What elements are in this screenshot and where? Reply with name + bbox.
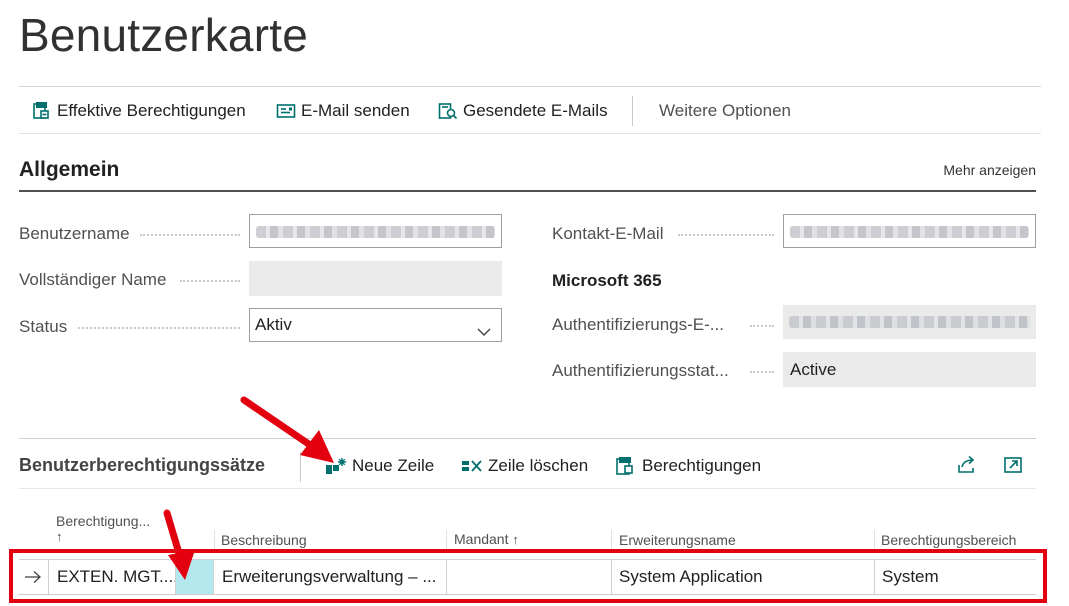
col-header-description[interactable]: Beschreibung (221, 532, 307, 548)
column-separator (874, 530, 875, 550)
more-options-label: Weitere Optionen (659, 101, 791, 120)
send-email-label: E-Mail senden (301, 101, 410, 120)
permissions-icon (614, 456, 638, 476)
col-header-permission-set[interactable]: Berechtigung... ↑ (56, 513, 150, 544)
auth-status-field[interactable]: Active (783, 352, 1036, 387)
m365-heading: Microsoft 365 (552, 271, 662, 290)
username-leader (140, 234, 240, 236)
effective-permissions-label: Effektive Berechtigungen (57, 101, 246, 120)
action-bar: Effektive Berechtigungen E-Mail senden G… (19, 86, 1041, 134)
redacted-contact-email (790, 226, 1029, 238)
status-label: Status (19, 317, 68, 336)
effective-permissions-button[interactable]: Effektive Berechtigungen (31, 87, 246, 135)
auth-status-label: Authentifizierungsstat... (552, 361, 729, 380)
status-value: Aktiv (255, 315, 292, 334)
expand-icon[interactable] (1001, 453, 1025, 477)
email-icon (275, 101, 297, 121)
contact-email-field[interactable] (783, 214, 1036, 248)
lines-title: Benutzerberechtigungssätze (19, 455, 266, 475)
col-header-scope[interactable]: Berechtigungsbereich (881, 532, 1016, 548)
page-title: Benutzerkarte (19, 9, 308, 61)
col-company-label: Mandant (454, 531, 509, 547)
auth-status-leader (750, 371, 774, 373)
redacted-username (256, 226, 495, 238)
fullname-label: Vollständiger Name (19, 270, 167, 289)
share-icon[interactable] (955, 453, 979, 477)
new-line-label: Neue Zeile (352, 456, 435, 475)
auth-email-field[interactable] (783, 305, 1036, 339)
delete-line-label: Zeile löschen (488, 456, 589, 475)
effective-permissions-icon (31, 101, 53, 121)
status-select[interactable]: Aktiv (249, 308, 502, 342)
sort-up-icon: ↑ (512, 532, 519, 547)
redacted-auth-email (789, 316, 1030, 328)
column-separator (446, 530, 447, 550)
username-field[interactable] (249, 214, 502, 248)
column-separator (611, 530, 612, 550)
section-divider (19, 190, 1036, 192)
red-arrow-annotation (240, 396, 334, 463)
status-leader (78, 327, 240, 329)
permissions-button[interactable]: Berechtigungen (614, 453, 761, 479)
action-bar-divider (632, 96, 633, 126)
fullname-leader (180, 280, 240, 282)
contact-email-label: Kontakt-E-Mail (552, 224, 664, 243)
col-permission-set-label: Berechtigung... (56, 513, 151, 529)
sent-emails-button[interactable]: Gesendete E-Mails (437, 87, 608, 135)
lines-bottom-divider (19, 488, 1036, 489)
permissions-label: Berechtigungen (642, 456, 762, 475)
username-label: Benutzername (19, 224, 130, 243)
auth-status-value: Active (790, 360, 837, 379)
delete-line-icon (460, 456, 484, 476)
fullname-field[interactable] (249, 261, 502, 296)
red-highlight-box (9, 549, 1047, 603)
column-separator (214, 530, 215, 550)
send-email-button[interactable]: E-Mail senden (275, 87, 410, 135)
chevron-down-icon (477, 318, 491, 336)
col-header-company[interactable]: Mandant ↑ (454, 531, 519, 547)
lines-divider (300, 452, 301, 482)
sent-emails-icon (437, 101, 459, 121)
section-title-general: Allgemein (19, 158, 120, 181)
delete-line-button[interactable]: Zeile löschen (460, 453, 588, 479)
show-more-link[interactable]: Mehr anzeigen (943, 162, 1036, 178)
lines-top-divider (19, 438, 1036, 439)
more-options-button[interactable]: Weitere Optionen (659, 87, 791, 135)
contact-email-leader (678, 234, 774, 236)
col-header-extension-name[interactable]: Erweiterungsname (619, 532, 736, 548)
auth-email-label: Authentifizierungs-E-... (552, 315, 724, 334)
sent-emails-label: Gesendete E-Mails (463, 101, 608, 120)
sort-up-icon: ↑ (56, 529, 63, 544)
new-line-button[interactable]: Neue Zeile (324, 453, 434, 479)
auth-email-leader (750, 325, 774, 327)
new-line-icon (324, 456, 348, 476)
